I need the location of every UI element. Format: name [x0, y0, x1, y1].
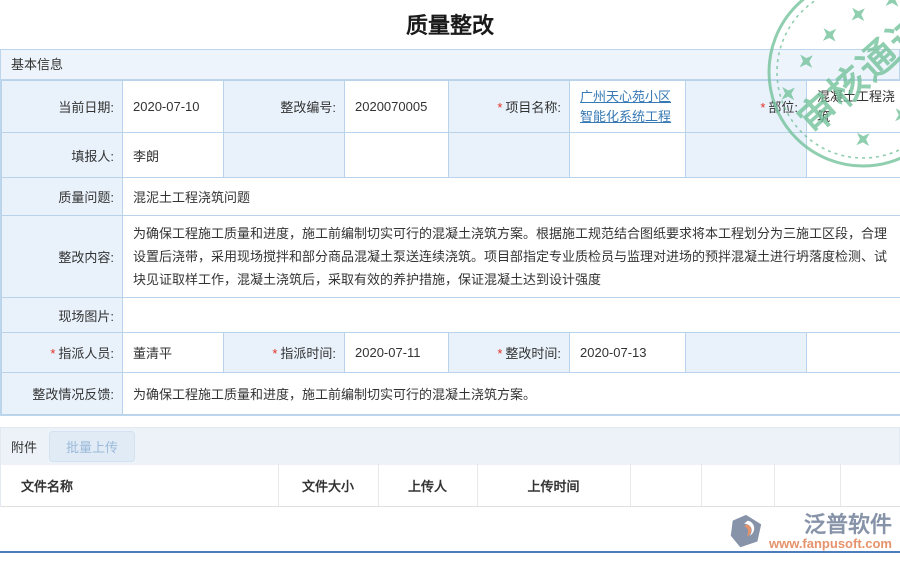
- table-row: *指派人员: 董清平 *指派时间: 2020-07-11 *整改时间: 2020…: [2, 333, 900, 373]
- field-filler-label: 填报人:: [2, 133, 123, 178]
- empty-cell: [807, 133, 900, 178]
- field-current-date-value: 2020-07-10: [123, 81, 224, 133]
- column-header-file-size: 文件大小: [278, 465, 378, 507]
- table-row: 整改情况反馈: 为确保工程施工质量和进度，施工前编制切实可行的混凝土浇筑方案。: [2, 373, 900, 415]
- required-asterisk: *: [50, 346, 55, 361]
- project-link[interactable]: 广州天心苑小区智能化系统工程: [580, 89, 671, 124]
- empty-cell: [449, 133, 570, 178]
- field-feedback-value: 为确保工程施工质量和进度，施工前编制切实可行的混凝土浇筑方案。: [123, 373, 900, 415]
- field-filler-value: 李朗: [123, 133, 224, 178]
- field-rectify-no-label: 整改编号:: [224, 81, 345, 133]
- field-label-text: 指派时间:: [280, 346, 336, 361]
- field-part-value: 混凝土工程浇筑: [807, 81, 900, 133]
- fanpu-logo-icon: [727, 513, 765, 551]
- attachments-header: 附件 批量上传: [1, 428, 899, 464]
- column-header-uploader: 上传人: [378, 465, 477, 507]
- field-label-text: 指派人员:: [58, 346, 114, 361]
- batch-upload-button[interactable]: 批量上传: [49, 431, 135, 462]
- field-rectify-time-value: 2020-07-13: [570, 333, 686, 373]
- field-current-date-label: 当前日期:: [2, 81, 123, 133]
- field-assignee-label: *指派人员:: [2, 333, 123, 373]
- required-asterisk: *: [760, 100, 765, 115]
- field-part-label: *部位:: [686, 81, 807, 133]
- field-assignee-value: 董清平: [123, 333, 224, 373]
- empty-cell: [224, 133, 345, 178]
- empty-cell: [807, 333, 900, 373]
- field-site-photo-label: 现场图片:: [2, 298, 123, 333]
- field-quality-problem-label: 质量问题:: [2, 178, 123, 216]
- attachments-section-title: 附件: [11, 437, 37, 456]
- field-rectify-content-label: 整改内容:: [2, 216, 123, 298]
- column-header-upload-time: 上传时间: [477, 465, 630, 507]
- table-row: 当前日期: 2020-07-10 整改编号: 2020070005 *项目名称:…: [2, 81, 900, 133]
- field-label-text: 项目名称:: [505, 100, 561, 115]
- field-site-photo-value: [123, 298, 900, 333]
- field-assign-time-label: *指派时间:: [224, 333, 345, 373]
- attachments-header-row: 文件名称 文件大小 上传人 上传时间: [1, 465, 900, 507]
- table-row: 填报人: 李朗: [2, 133, 900, 178]
- brand-name: 泛普软件: [769, 514, 892, 536]
- attachments-section: 附件 批量上传 文件名称 文件大小 上传人 上传时间: [0, 427, 900, 507]
- column-header-empty: [701, 465, 774, 507]
- required-asterisk: *: [497, 100, 502, 115]
- page-title: 质量整改: [0, 0, 900, 49]
- table-row: 质量问题: 混泥土工程浇筑问题: [2, 178, 900, 216]
- table-row: 现场图片:: [2, 298, 900, 333]
- brand-logo: 泛普软件 www.fanpusoft.com: [727, 513, 892, 551]
- required-asterisk: *: [272, 346, 277, 361]
- column-header-empty: [630, 465, 701, 507]
- field-quality-problem-value: 混泥土工程浇筑问题: [123, 178, 900, 216]
- empty-cell: [345, 133, 449, 178]
- field-assign-time-value: 2020-07-11: [345, 333, 449, 373]
- basic-info-table: 当前日期: 2020-07-10 整改编号: 2020070005 *项目名称:…: [1, 80, 900, 415]
- field-rectify-content-value: 为确保工程施工质量和进度，施工前编制切实可行的混凝土浇筑方案。根据施工规范结合图…: [123, 216, 900, 298]
- column-header-empty: [774, 465, 840, 507]
- field-label-text: 整改时间:: [505, 346, 561, 361]
- basic-info-section-title: 基本信息: [1, 50, 899, 80]
- empty-cell: [686, 133, 807, 178]
- field-label-text: 部位:: [768, 100, 798, 115]
- bottom-divider: [0, 551, 900, 553]
- footer: 泛普软件 www.fanpusoft.com: [0, 507, 900, 557]
- column-header-file-name: 文件名称: [1, 465, 278, 507]
- field-feedback-label: 整改情况反馈:: [2, 373, 123, 415]
- basic-info-section: 基本信息 当前日期: 2020-07-10 整改编号: 2020070005 *…: [0, 49, 900, 416]
- empty-cell: [686, 333, 807, 373]
- field-project-name-label: *项目名称:: [449, 81, 570, 133]
- field-rectify-no-value: 2020070005: [345, 81, 449, 133]
- required-asterisk: *: [497, 346, 502, 361]
- table-row: 整改内容: 为确保工程施工质量和进度，施工前编制切实可行的混凝土浇筑方案。根据施…: [2, 216, 900, 298]
- column-header-empty: [840, 465, 900, 507]
- field-rectify-time-label: *整改时间:: [449, 333, 570, 373]
- empty-cell: [570, 133, 686, 178]
- field-project-name-value: 广州天心苑小区智能化系统工程: [570, 81, 686, 133]
- attachments-table: 文件名称 文件大小 上传人 上传时间: [1, 464, 900, 507]
- brand-url: www.fanpusoft.com: [769, 536, 892, 551]
